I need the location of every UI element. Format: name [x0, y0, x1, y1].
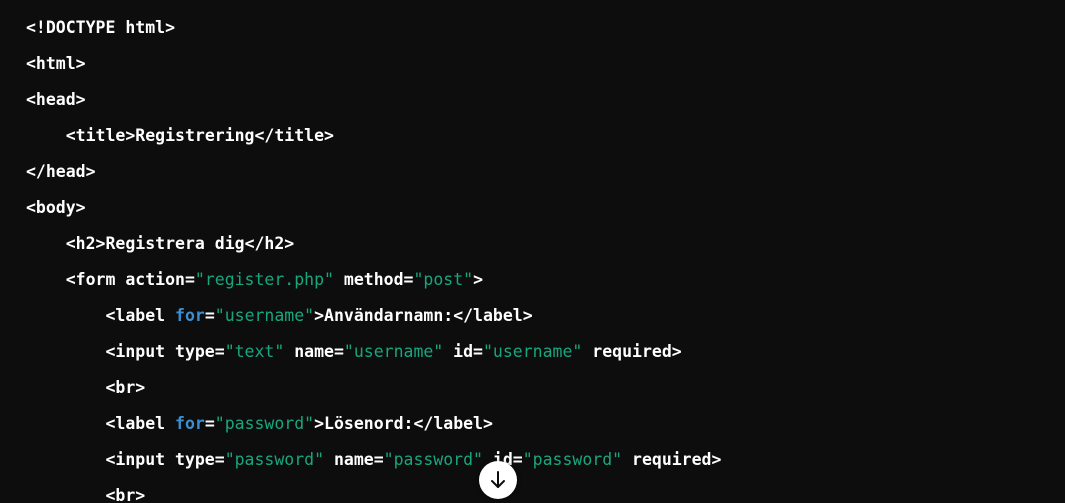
code-line: <title>Registrering</title>: [26, 124, 334, 148]
code-line: <label for="password">Lösenord:</label>: [26, 412, 493, 436]
code-token: >: [314, 306, 325, 325]
code-line: <br>: [26, 376, 145, 400]
code-token: <title>: [26, 126, 136, 145]
code-token: <input type=: [26, 342, 225, 361]
code-token: required>: [582, 342, 682, 361]
code-token: <h2>: [26, 234, 106, 253]
code-line: <html>: [26, 52, 86, 76]
scroll-to-bottom-button[interactable]: [479, 461, 517, 499]
code-token: <input type=: [26, 450, 225, 469]
code-token: <br>: [26, 378, 146, 397]
code-token: "password": [522, 450, 623, 469]
code-token: <head>: [26, 90, 86, 109]
code-token: <html>: [26, 54, 86, 73]
code-token: id=: [443, 342, 483, 361]
code-token: "password": [383, 450, 483, 469]
code-token: "username": [343, 342, 444, 361]
code-token: "username": [483, 342, 583, 361]
code-line: <br>: [26, 484, 145, 503]
code-token: </h2>: [244, 234, 295, 253]
code-line: <input type="password" name="password" i…: [26, 448, 721, 472]
code-line: <form action="register.php" method="post…: [26, 268, 483, 292]
arrow-down-icon: [491, 471, 505, 488]
code-token: "password": [224, 450, 325, 469]
code-line: <h2>Registrera dig</h2>: [26, 232, 295, 256]
code-line: <input type="text" name="username" id="u…: [26, 340, 682, 364]
code-token: "post": [413, 270, 474, 289]
code-token: method=: [333, 270, 414, 289]
code-token: <form action=: [26, 270, 195, 289]
code-line: <body>: [26, 196, 86, 220]
code-token: for: [175, 306, 205, 325]
code-token: <!DOCTYPE html>: [26, 18, 176, 37]
code-block: <!DOCTYPE html> <html> <head> <title>Regis…: [0, 0, 1065, 503]
code-token: </label>: [413, 414, 493, 433]
code-token: <label: [26, 306, 176, 325]
code-token: </title>: [254, 126, 334, 145]
code-line: <!DOCTYPE html>: [26, 16, 175, 40]
code-token: "register.php": [194, 270, 334, 289]
code-token: </head>: [26, 162, 96, 181]
code-line: <label for="username">Användarnamn:</lab…: [26, 304, 533, 328]
code-token: "username": [214, 306, 315, 325]
code-token: "password": [214, 414, 315, 433]
code-token: </label>: [453, 306, 533, 325]
code-token: required>: [622, 450, 722, 469]
code-token: >: [314, 414, 325, 433]
code-token: "text": [224, 342, 285, 361]
code-line: </head>: [26, 160, 96, 184]
code-token: name=: [324, 450, 384, 469]
code-token: =: [204, 414, 215, 433]
code-token: Registrera dig: [105, 234, 245, 253]
code-token: <body>: [26, 198, 86, 217]
code-token: for: [175, 414, 205, 433]
code-line: <head>: [26, 88, 86, 112]
code-token: name=: [284, 342, 344, 361]
code-token: <label: [26, 414, 176, 433]
code-token: =: [204, 306, 215, 325]
code-token: Användarnamn:: [324, 306, 454, 325]
code-token: Lösenord:: [324, 414, 414, 433]
code-token: >: [473, 270, 483, 289]
code-token: Registrering: [135, 126, 255, 145]
code-token: <br>: [26, 486, 146, 503]
